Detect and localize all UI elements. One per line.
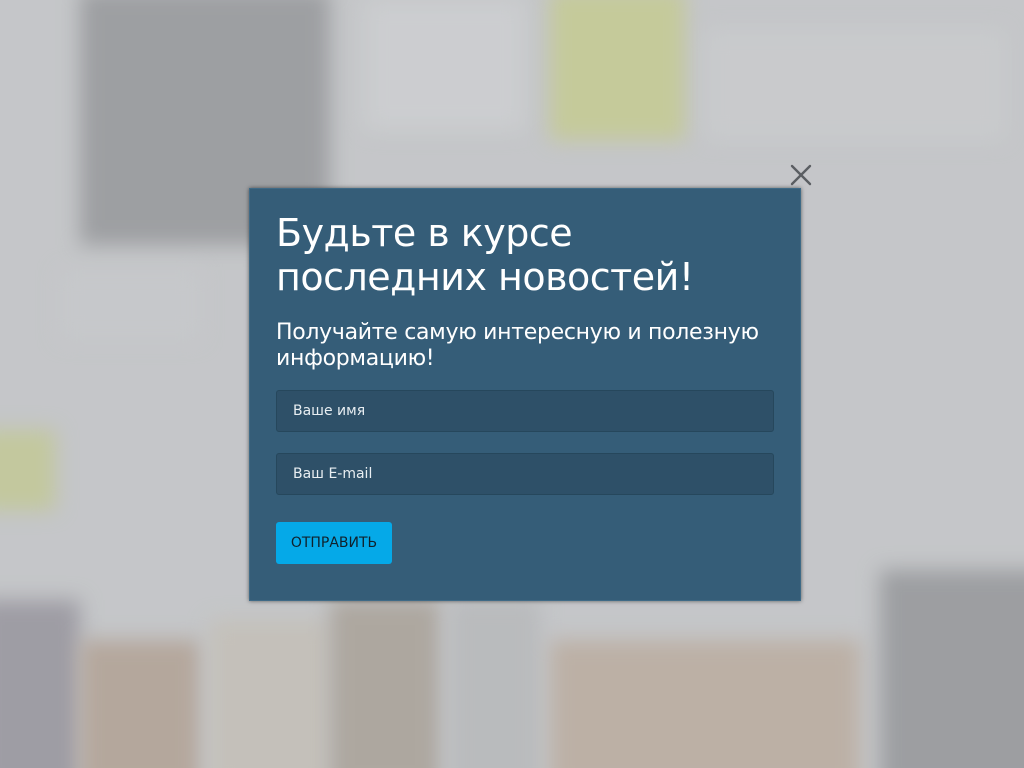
email-input[interactable] [276, 453, 774, 495]
submit-button[interactable]: ОТПРАВИТЬ [276, 522, 392, 564]
newsletter-modal: Будьте в курсе последних новостей! Получ… [249, 188, 801, 601]
close-icon[interactable] [787, 161, 815, 189]
modal-title: Будьте в курсе последних новостей! [276, 211, 694, 299]
name-input[interactable] [276, 390, 774, 432]
modal-subtitle: Получайте самую интересную и полезную ин… [276, 320, 759, 371]
